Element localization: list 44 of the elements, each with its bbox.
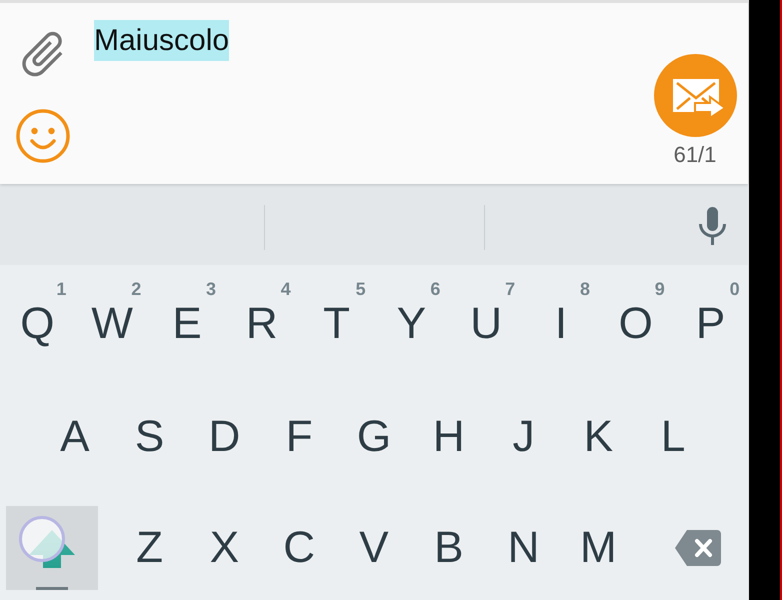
letter-key[interactable]: Q 1 [0,265,75,378]
microphone-icon[interactable] [698,207,727,245]
letter-key[interactable]: M [560,491,636,600]
letter-key[interactable]: B [411,491,486,600]
letter-key[interactable]: T 5 [299,265,374,378]
key-hint: 3 [206,280,216,298]
letter-key[interactable]: N [486,491,561,600]
letter-key[interactable]: X [186,491,262,600]
letter-key[interactable]: P 0 [673,265,748,378]
letter-key[interactable]: J [486,378,561,491]
key-hint: 8 [580,280,590,298]
letter-key[interactable]: H [411,378,486,491]
key-hint: 2 [131,280,142,298]
letter-key[interactable]: F [262,378,337,491]
letter-key[interactable]: Y 6 [374,265,449,378]
letter-key[interactable]: A [37,378,112,491]
key-hint: 4 [280,280,291,298]
letter-key[interactable]: O 9 [598,265,674,378]
key-hint: 6 [430,280,440,298]
letter-key[interactable]: G [336,378,412,491]
envelope-arrow-icon [673,78,726,118]
character-counter: 61/1 [674,143,716,167]
backspace-icon [674,530,721,566]
letter-key[interactable]: K [560,378,636,491]
key-hint: 0 [730,280,740,298]
letter-key[interactable]: S [112,378,187,491]
letter-key[interactable]: W 2 [74,265,150,378]
key-hint: 7 [505,280,516,298]
message-field[interactable]: Maiuscolo [86,3,642,184]
key-hint: 5 [356,280,366,298]
letter-key[interactable]: L [636,378,711,491]
letter-key[interactable]: E 3 [150,265,224,378]
letter-key[interactable]: R 4 [224,265,300,378]
key-hint: 9 [654,280,665,298]
letter-key[interactable]: V [336,491,412,600]
message-text: Maiuscolo [94,20,230,61]
letter-key[interactable]: Z [112,491,187,600]
letter-key[interactable]: I 8 [524,265,598,378]
shift-key[interactable] [6,506,98,590]
letter-key[interactable]: C [262,491,337,600]
smiley-icon[interactable] [16,109,70,163]
letter-key[interactable]: D [186,378,262,491]
key-hint: 1 [56,280,66,298]
letter-key[interactable]: U 7 [448,265,524,378]
